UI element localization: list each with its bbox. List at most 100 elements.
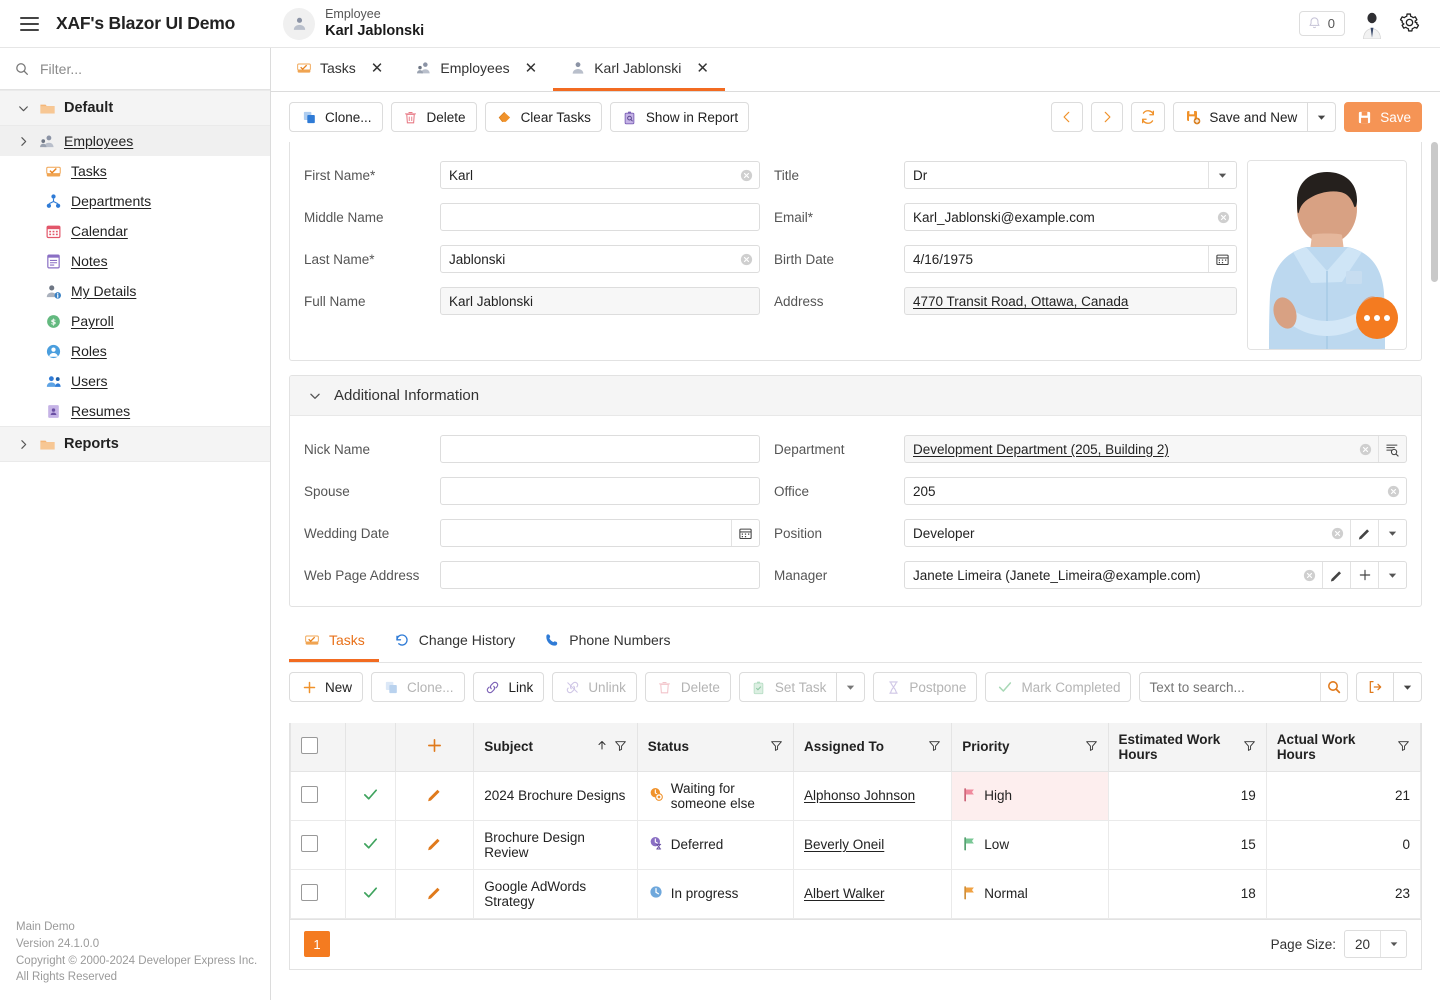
title-select-wrap[interactable] [904,161,1237,189]
filter-icon[interactable] [1397,739,1410,755]
link-task-button[interactable]: Link [473,672,545,702]
add-column-header[interactable] [396,723,474,771]
tab-close-icon[interactable]: ✕ [696,61,709,76]
department-input[interactable] [905,436,1352,462]
grid-search[interactable] [1139,672,1348,702]
tab-employees[interactable]: Employees ✕ [399,48,553,91]
search-icon[interactable] [1320,673,1347,701]
birth-date-input[interactable] [905,246,1208,272]
calendar-icon[interactable] [1208,246,1236,272]
manager-input[interactable] [905,562,1296,588]
new-task-button[interactable]: New [289,672,363,702]
page-1-button[interactable]: 1 [304,931,330,957]
first-name-input[interactable] [441,162,733,188]
sidebar-item-departments[interactable]: Departments [0,186,270,216]
next-record-button[interactable] [1091,102,1123,132]
show-in-report-button[interactable]: Show in Report [610,102,749,132]
calendar-icon[interactable] [731,520,759,546]
chevron-down-icon[interactable] [1378,520,1406,546]
grid-search-input[interactable] [1140,673,1320,701]
birth-date-input-wrap[interactable] [904,245,1237,273]
sidebar-item-resumes[interactable]: Resumes [0,396,270,426]
address-input[interactable] [905,288,1236,314]
table-row[interactable]: 2024 Brochure Designs Waiting for someon… [291,771,1421,820]
chevron-down-icon[interactable] [1208,162,1236,188]
office-input-wrap[interactable] [904,477,1407,505]
sidebar-item-employees[interactable]: Employees [0,126,270,156]
filter-icon[interactable] [928,739,941,755]
row-checkbox[interactable] [301,786,318,803]
tab-close-icon[interactable]: ✕ [371,61,384,76]
assigned-to-link[interactable]: Albert Walker [804,886,885,901]
wedding-date-input-wrap[interactable] [440,519,760,547]
sidebar-item-users[interactable]: Users [0,366,270,396]
assigned-to-link[interactable]: Alphonso Johnson [804,788,915,803]
clear-icon[interactable] [1210,204,1236,230]
web-page-address-input[interactable] [441,562,759,588]
photo-actions-button[interactable] [1356,297,1398,339]
sidebar-item-roles[interactable]: Roles [0,336,270,366]
sidebar-item-calendar[interactable]: Calendar [0,216,270,246]
settings-gear-icon[interactable] [1399,12,1420,36]
nested-tab-phone-numbers[interactable]: Phone Numbers [529,621,684,662]
sort-ascending-icon[interactable] [596,739,608,754]
last-name-input-wrap[interactable] [440,245,760,273]
nested-tab-tasks[interactable]: Tasks [289,621,379,662]
nick-name-input[interactable] [441,436,759,462]
email-input-wrap[interactable] [904,203,1237,231]
email-input[interactable] [905,204,1210,230]
last-name-input[interactable] [441,246,733,272]
row-checkbox[interactable] [301,835,318,852]
refresh-button[interactable] [1131,102,1165,132]
clone-task-button[interactable]: Clone... [371,672,465,702]
table-row[interactable]: Brochure Design Review Deferred [291,820,1421,869]
first-name-input-wrap[interactable] [440,161,760,189]
sidebar-item-notes[interactable]: Notes [0,246,270,276]
row-checkbox[interactable] [301,884,318,901]
filter-icon[interactable] [770,739,783,755]
save-and-new-button[interactable]: Save and New [1173,102,1308,132]
estimated-work-hours-header[interactable]: Estimated Work Hours [1108,723,1266,771]
save-and-new-dropdown[interactable] [1308,102,1336,132]
manager-input-wrap[interactable] [904,561,1407,589]
spouse-input[interactable] [441,478,759,504]
web-page-address-input-wrap[interactable] [440,561,760,589]
office-input[interactable] [905,478,1380,504]
previous-record-button[interactable] [1051,102,1083,132]
middle-name-input-wrap[interactable] [440,203,760,231]
user-avatar[interactable] [1359,9,1385,39]
additional-information-header[interactable]: Additional Information [290,376,1421,416]
clear-icon[interactable] [1324,520,1350,546]
filter-icon[interactable] [1085,739,1098,755]
clear-icon[interactable] [733,162,759,188]
export-button[interactable] [1356,672,1394,702]
priority-header[interactable]: Priority [952,723,1108,771]
filter-icon[interactable] [614,739,627,755]
unlink-task-button[interactable]: Unlink [552,672,637,702]
clear-icon[interactable] [733,246,759,272]
assigned-to-header[interactable]: Assigned To [794,723,952,771]
select-all-checkbox[interactable] [301,737,318,754]
export-dropdown[interactable] [1394,672,1422,702]
menu-toggle-icon[interactable] [14,9,44,39]
add-new-icon[interactable] [1350,562,1378,588]
sidebar-item-tasks[interactable]: Tasks [0,156,270,186]
chevron-down-icon[interactable] [1378,562,1406,588]
edit-pencil-icon[interactable] [1350,520,1378,546]
subject-header[interactable]: Subject [474,723,638,771]
vertical-scrollbar[interactable] [1431,142,1438,282]
department-input-wrap[interactable] [904,435,1407,463]
filter-icon[interactable] [1243,739,1256,755]
clone-button[interactable]: Clone... [289,102,383,132]
status-header[interactable]: Status [637,723,793,771]
position-input-wrap[interactable] [904,519,1407,547]
lookup-search-icon[interactable] [1378,436,1406,462]
clear-icon[interactable] [1352,436,1378,462]
page-size-select[interactable]: 20 [1344,930,1407,958]
tab-karl-jablonski[interactable]: Karl Jablonski ✕ [553,48,725,91]
mark-completed-button[interactable]: Mark Completed [985,672,1131,702]
position-input[interactable] [905,520,1324,546]
chevron-down-icon[interactable] [1380,931,1406,957]
delete-button[interactable]: Delete [391,102,477,132]
title-input[interactable] [905,162,1208,188]
